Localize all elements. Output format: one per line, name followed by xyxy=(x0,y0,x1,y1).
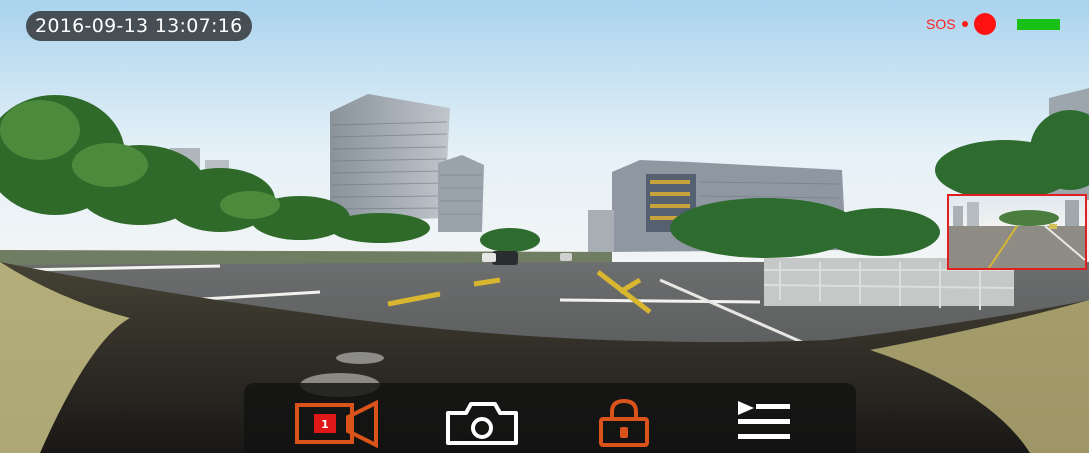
record-video-button[interactable]: 1 xyxy=(294,399,378,449)
recording-indicator-icon xyxy=(973,13,996,35)
playlist-button[interactable] xyxy=(728,399,812,449)
playlist-icon xyxy=(738,401,790,439)
battery-indicator-icon xyxy=(1016,18,1060,30)
rear-camera-preview[interactable] xyxy=(947,194,1087,270)
recording-count-badge: 1 xyxy=(321,418,329,431)
control-toolbar: 1 xyxy=(244,383,856,453)
dashcam-screen: 2016-09-13 13:07:16 SOS 1 xyxy=(0,0,1089,453)
video-camera-icon: 1 xyxy=(295,399,378,449)
rear-camera-feed xyxy=(949,196,1085,268)
status-indicators: SOS xyxy=(926,13,1060,35)
camera-icon xyxy=(446,402,518,445)
take-photo-button[interactable] xyxy=(440,399,524,449)
sos-indicator-icon xyxy=(961,21,968,27)
lock-icon xyxy=(599,399,649,447)
sos-label: SOS xyxy=(926,16,956,32)
lock-file-button[interactable] xyxy=(584,399,668,449)
timestamp: 2016-09-13 13:07:16 xyxy=(26,11,252,41)
